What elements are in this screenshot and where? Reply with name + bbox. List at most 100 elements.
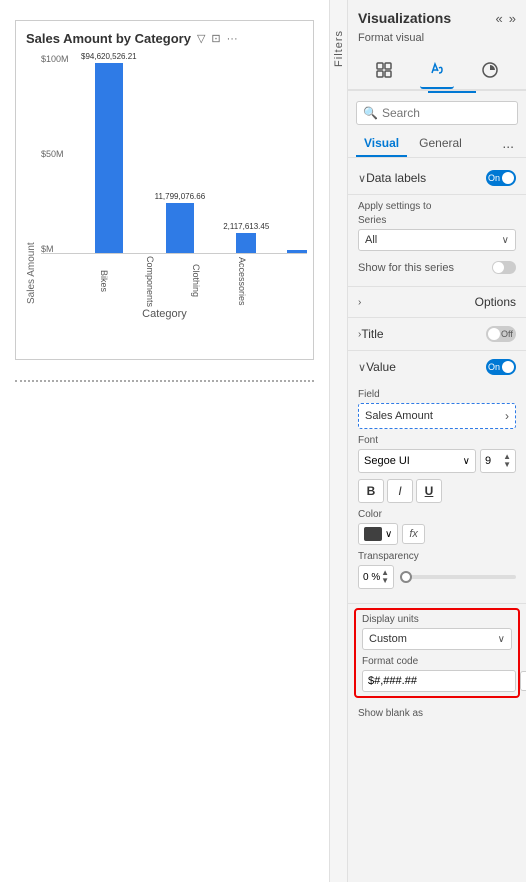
section-data-labels-header[interactable]: ∨ Data labels On bbox=[348, 162, 526, 194]
format-code-row: fx bbox=[362, 670, 512, 692]
format-code-fx-btn[interactable]: fx bbox=[520, 671, 526, 691]
bar-value-bikes: $94,620,526.21 bbox=[81, 52, 137, 61]
value-toggle-knob bbox=[502, 361, 514, 373]
format-visual-label: Format visual bbox=[348, 30, 526, 50]
section-value-header[interactable]: ∨ Value On bbox=[348, 351, 526, 383]
viz-header: Visualizations « » bbox=[348, 0, 526, 30]
viz-panel: Visualizations « » Format visual bbox=[348, 0, 526, 882]
chart-title-row: Sales Amount by Category ▽ ⊡ ··· bbox=[26, 31, 303, 46]
bar-group-bikes: $94,620,526.21 bbox=[81, 52, 137, 253]
options-title: Options bbox=[475, 295, 516, 309]
bar-accessories[interactable] bbox=[287, 250, 307, 253]
value-content: Field Sales Amount › Font Segoe UI ∨ 9 ▲… bbox=[348, 383, 526, 603]
more-icon[interactable]: ··· bbox=[227, 33, 238, 45]
show-series-toggle[interactable] bbox=[492, 261, 516, 274]
transparency-slider[interactable] bbox=[400, 575, 516, 579]
section-value: ∨ Value On Field Sales Amount › Font Seg… bbox=[348, 351, 526, 604]
bar-value-components: 11,799,076.66 bbox=[155, 192, 206, 201]
bar-group-clothing: 2,117,613.45 bbox=[223, 222, 269, 253]
transparency-input[interactable]: 0 % ▲ ▼ bbox=[358, 565, 394, 589]
series-dropdown[interactable]: All ∨ bbox=[358, 229, 516, 251]
format-buttons: B I U bbox=[358, 479, 516, 503]
paint-icon-btn[interactable] bbox=[420, 54, 454, 89]
toggle-on-label: On bbox=[488, 173, 500, 183]
color-box[interactable]: ∨ bbox=[358, 523, 398, 545]
search-icon: 🔍 bbox=[363, 106, 378, 120]
format-code-input[interactable] bbox=[362, 670, 516, 692]
section-options[interactable]: › Options bbox=[348, 287, 526, 318]
transparency-label: Transparency bbox=[358, 551, 516, 562]
font-size-stepper[interactable]: ▲ ▼ bbox=[503, 453, 511, 469]
display-units-dropdown[interactable]: Custom ∨ bbox=[362, 628, 512, 650]
x-labels: Bikes Components Clothing Accessories bbox=[41, 256, 307, 306]
field-box[interactable]: Sales Amount › bbox=[358, 403, 516, 429]
field-box-text: Sales Amount bbox=[365, 410, 433, 422]
color-row: ∨ fx bbox=[358, 523, 516, 545]
bars-wrapper: $94,620,526.21 11,799,076.66 2,117,613.4… bbox=[41, 54, 307, 254]
format-icons-row bbox=[348, 50, 526, 91]
chart-area: Sales Amount $100M $50M $M $94,620,526.2… bbox=[26, 54, 303, 304]
tab-more[interactable]: ... bbox=[498, 131, 518, 157]
color-label: Color bbox=[358, 509, 516, 520]
display-units-section: Display units Custom ∨ Format code fx bbox=[354, 608, 520, 698]
x-axis-label: Category bbox=[26, 308, 303, 320]
show-series-knob bbox=[493, 262, 504, 273]
x-label-accessories: Accessories bbox=[219, 256, 247, 306]
filters-label: Filters bbox=[333, 30, 345, 67]
bar-components[interactable] bbox=[166, 203, 194, 253]
italic-btn[interactable]: I bbox=[387, 479, 413, 503]
section-title-header[interactable]: › Title Off bbox=[348, 318, 526, 351]
field-label: Field bbox=[358, 389, 516, 400]
viz-nav-icons: « » bbox=[496, 11, 516, 26]
show-blank-label: Show blank as bbox=[348, 702, 526, 719]
show-series-row: Show for this series bbox=[358, 257, 516, 278]
font-dropdown[interactable]: Segoe UI ∨ bbox=[358, 449, 476, 473]
data-labels-toggle[interactable]: On bbox=[486, 170, 516, 186]
bold-btn[interactable]: B bbox=[358, 479, 384, 503]
value-toggle[interactable]: On bbox=[486, 359, 516, 375]
font-size-input[interactable]: 9 ▲ ▼ bbox=[480, 449, 516, 473]
bar-clothing[interactable] bbox=[236, 233, 256, 253]
x-label-bikes: Bikes bbox=[81, 256, 109, 306]
x-label-clothing: Clothing bbox=[173, 256, 201, 306]
bar-group-components: 11,799,076.66 bbox=[155, 192, 206, 253]
transparency-stepper[interactable]: ▲ ▼ bbox=[381, 569, 389, 585]
title-toggle[interactable]: Off bbox=[486, 326, 516, 342]
expand-icon[interactable]: ⊡ bbox=[211, 32, 220, 45]
collapse-icon[interactable]: « bbox=[496, 11, 503, 26]
color-fx-btn[interactable]: fx bbox=[402, 524, 425, 544]
bar-group-accessories bbox=[287, 248, 307, 253]
apply-settings-content: Apply settings to Series All ∨ Show for … bbox=[348, 195, 526, 286]
data-labels-title: Data labels bbox=[366, 171, 426, 185]
expand-icon[interactable]: » bbox=[509, 11, 516, 26]
chart-container: Sales Amount by Category ▽ ⊡ ··· Sales A… bbox=[15, 20, 314, 360]
analytics-icon-btn[interactable] bbox=[473, 55, 507, 88]
series-label: Series bbox=[358, 215, 516, 226]
tab-visual[interactable]: Visual bbox=[356, 131, 407, 157]
search-input[interactable] bbox=[382, 106, 511, 120]
series-value: All bbox=[365, 234, 377, 246]
bar-bikes[interactable] bbox=[95, 63, 123, 253]
slider-thumb bbox=[400, 571, 412, 583]
chart-panel: Sales Amount by Category ▽ ⊡ ··· Sales A… bbox=[0, 0, 330, 882]
x-label-components: Components bbox=[127, 256, 155, 306]
font-value: Segoe UI bbox=[364, 455, 410, 467]
font-dropdown-arrow: ∨ bbox=[463, 456, 470, 467]
transparency-row: 0 % ▲ ▼ bbox=[358, 565, 516, 589]
search-box[interactable]: 🔍 bbox=[356, 101, 518, 125]
filter-icon[interactable]: ▽ bbox=[197, 32, 205, 45]
toggle-knob bbox=[502, 172, 514, 184]
tabs-row: Visual General ... bbox=[348, 131, 526, 158]
separator-line bbox=[15, 380, 314, 382]
title-toggle-knob bbox=[488, 328, 500, 340]
bar-value-clothing: 2,117,613.45 bbox=[223, 222, 269, 231]
active-tab-indicator bbox=[428, 91, 476, 93]
stepper-down[interactable]: ▼ bbox=[503, 461, 511, 469]
grid-icon-btn[interactable] bbox=[367, 55, 401, 88]
tab-general[interactable]: General bbox=[411, 131, 470, 157]
font-size-value: 9 bbox=[485, 455, 491, 467]
title-section-title: Title bbox=[361, 327, 383, 341]
apply-settings-title: Apply settings to bbox=[358, 201, 516, 212]
underline-btn[interactable]: U bbox=[416, 479, 442, 503]
font-label: Font bbox=[358, 435, 516, 446]
